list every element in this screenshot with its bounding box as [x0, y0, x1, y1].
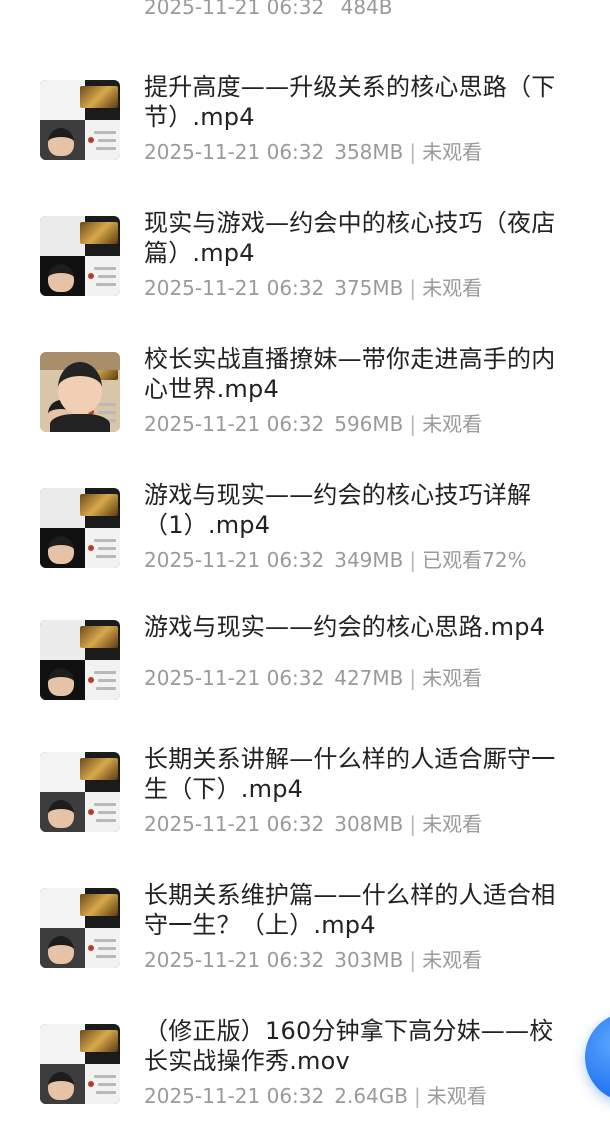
- file-meta: 2025-11-21 06:32 303MB | 未观看: [144, 947, 584, 973]
- file-size: 596MB: [334, 412, 404, 436]
- watch-status: 未观看: [422, 666, 483, 690]
- file-date: 2025-11-21 06:32: [144, 1084, 325, 1108]
- file-meta: 2025-11-21 06:32 349MB | 已观看72%: [144, 547, 584, 573]
- file-size: 303MB: [334, 948, 404, 972]
- file-date: 2025-11-21 06:32: [144, 276, 325, 300]
- meta-separator: |: [409, 276, 417, 300]
- file-meta: 2025-11-21 06:32 308MB | 未观看: [144, 811, 584, 837]
- watch-status: 未观看: [426, 1084, 487, 1108]
- video-thumbnail: [40, 888, 120, 968]
- list-item-partial[interactable]: 2fi 2025-11-21 06:32 484B: [0, 0, 610, 30]
- file-size: 375MB: [334, 276, 404, 300]
- file-meta: 2025-11-21 06:32 427MB | 未观看: [144, 665, 584, 691]
- list-item[interactable]: 游戏与现实——约会的核心思路.mp4 2025-11-21 06:32 427MB |…: [0, 613, 610, 740]
- watch-status: 未观看: [422, 412, 483, 436]
- watch-status: 未观看: [422, 812, 483, 836]
- file-date: 2025-11-21 06:32: [144, 948, 325, 972]
- video-thumbnail: [40, 216, 120, 296]
- meta-separator: |: [413, 1084, 421, 1108]
- file-title: 校长实战直播撩妹—带你走进高手的内心世界.mp4: [144, 345, 556, 403]
- file-meta: 2025-11-21 06:32 596MB | 未观看: [144, 411, 584, 437]
- list-item[interactable]: （修正版）160分钟拿下高分妹——校长实战操作秀.mov 2025-11-21 0…: [0, 1017, 610, 1138]
- video-thumbnail: [40, 752, 120, 832]
- watch-status: 已观看72%: [422, 548, 527, 572]
- watch-status: 未观看: [422, 948, 483, 972]
- list-item[interactable]: 长期关系讲解—什么样的人适合厮守一生（下）.mp4 2025-11-21 06:3…: [0, 745, 610, 872]
- meta-separator: |: [409, 812, 417, 836]
- meta-separator: |: [409, 666, 417, 690]
- file-meta: 2025-11-21 06:32 358MB | 未观看: [144, 139, 584, 165]
- meta-separator: |: [409, 140, 417, 164]
- video-thumbnail: [40, 80, 120, 160]
- list-item[interactable]: 现实与游戏—约会中的核心技巧（夜店篇）.mp4 2025-11-21 06:32 3…: [0, 209, 610, 336]
- list-item[interactable]: 提升高度——升级关系的核心思路（下节）.mp4 2025-11-21 06:32 3…: [0, 73, 610, 200]
- file-title: 游戏与现实——约会的核心思路.mp4: [144, 613, 546, 641]
- watch-status: 未观看: [422, 140, 483, 164]
- file-date: 2025-11-21 06:32: [144, 548, 325, 572]
- file-title: 长期关系讲解—什么样的人适合厮守一生（下）.mp4: [144, 745, 556, 803]
- file-size: 349MB: [334, 548, 404, 572]
- list-item[interactable]: 游戏与现实——约会的核心技巧详解（1）.mp4 2025-11-21 06:32 3…: [0, 481, 610, 608]
- file-size: 427MB: [334, 666, 404, 690]
- list-item[interactable]: 校长实战直播撩妹—带你走进高手的内心世界.mp4 2025-11-21 06:32…: [0, 345, 610, 472]
- file-meta: 2025-11-21 06:32 2.64GB | 未观看: [144, 1083, 584, 1109]
- file-title: 提升高度——升级关系的核心思路（下节）.mp4: [144, 73, 556, 131]
- file-title: 现实与游戏—约会中的核心技巧（夜店篇）.mp4: [144, 209, 556, 267]
- list-item[interactable]: 长期关系维护篇——什么样的人适合相守一生？（上）.mp4 2025-11-21 0…: [0, 881, 610, 1008]
- meta-separator: |: [409, 548, 417, 572]
- file-size: 358MB: [334, 140, 404, 164]
- file-date: 2025-11-21 06:32: [144, 412, 325, 436]
- file-title: 游戏与现实——约会的核心技巧详解（1）.mp4: [144, 481, 532, 539]
- file-size: 484B: [340, 0, 393, 19]
- meta-separator: |: [409, 412, 417, 436]
- video-thumbnail: [40, 1024, 120, 1104]
- file-meta: 2025-11-21 06:32 375MB | 未观看: [144, 275, 584, 301]
- file-date: 2025-11-21 06:32: [144, 666, 325, 690]
- file-list-page: 2fi 2025-11-21 06:32 484B 提升高度——升级关系的核心思…: [0, 0, 610, 1138]
- file-size: 2.64GB: [334, 1084, 408, 1108]
- file-title: 长期关系维护篇——什么样的人适合相守一生？（上）.mp4: [144, 881, 556, 939]
- file-title: （修正版）160分钟拿下高分妹——校长实战操作秀.mov: [144, 1017, 554, 1075]
- file-size: 308MB: [334, 812, 404, 836]
- file-date: 2025-11-21 06:32: [144, 0, 325, 19]
- file-meta: 2025-11-21 06:32 484B: [144, 0, 584, 20]
- video-thumbnail: [40, 620, 120, 700]
- file-date: 2025-11-21 06:32: [144, 812, 325, 836]
- watch-status: 未观看: [422, 276, 483, 300]
- video-thumbnail: [40, 352, 120, 432]
- file-date: 2025-11-21 06:32: [144, 140, 325, 164]
- meta-separator: |: [409, 948, 417, 972]
- video-thumbnail: [40, 488, 120, 568]
